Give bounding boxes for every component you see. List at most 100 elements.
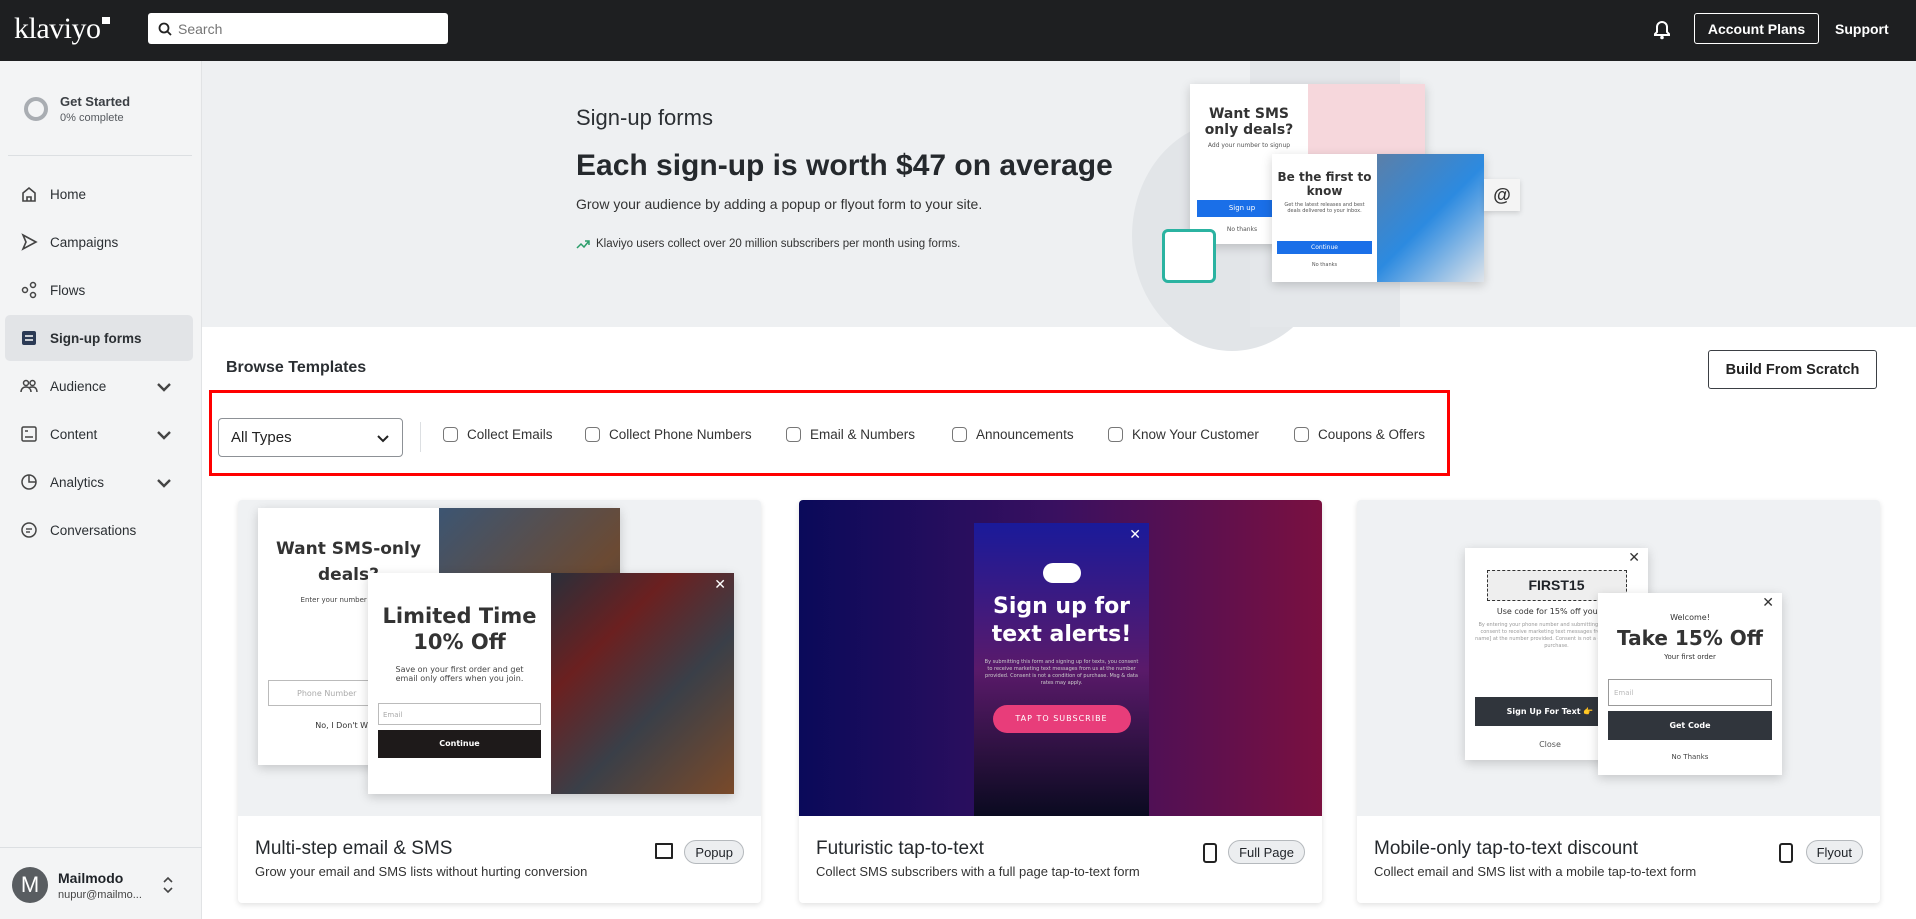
mobile-icon (1779, 843, 1793, 863)
account-plans-button[interactable]: Account Plans (1694, 13, 1819, 44)
filter-label: Know Your Customer (1132, 427, 1259, 442)
template-description: Collect email and SMS list with a mobile… (1374, 864, 1697, 879)
illustration-popup-email: Be the first to know Get the latest rele… (1272, 154, 1484, 282)
get-started-label: Get Started (60, 94, 131, 109)
template-card[interactable]: ✕ Sign up for text alerts! By submitting… (799, 500, 1322, 903)
sidebar-item-content[interactable]: Content (5, 411, 193, 457)
template-title: Futuristic tap-to-text (816, 838, 984, 859)
sidebar-item-conversations[interactable]: Conversations (5, 507, 193, 553)
envelope-icon: @ (1484, 179, 1520, 211)
get-started[interactable]: Get Started 0% complete (24, 94, 130, 124)
chevron-up-down-icon (163, 876, 173, 894)
close-icon: ✕ (1762, 595, 1774, 611)
sidebar-item-analytics[interactable]: Analytics (5, 459, 193, 505)
top-bar: klaviyo Account Plans Support (0, 0, 1916, 61)
flows-icon (21, 281, 37, 299)
template-type-badge: Popup (684, 840, 744, 864)
checkbox[interactable] (952, 427, 967, 442)
sidebar-item-audience[interactable]: Audience (5, 363, 193, 409)
sidebar-item-label: Audience (50, 378, 107, 394)
chart-icon (1162, 229, 1216, 283)
divider (420, 422, 421, 452)
chat-icon (21, 522, 37, 538)
browse-templates-heading: Browse Templates (226, 359, 367, 376)
template-card[interactable]: ✕ FIRST15 Use code for 15% off your firs… (1357, 500, 1880, 903)
filter-collect-phone-numbers[interactable]: Collect Phone Numbers (585, 427, 752, 442)
filter-email-numbers[interactable]: Email & Numbers (786, 427, 915, 442)
template-description: Collect SMS subscribers with a full page… (816, 864, 1140, 879)
chevron-down-icon (157, 479, 171, 488)
user-name: Mailmodo (58, 869, 124, 886)
type-select[interactable]: All Types (218, 418, 403, 457)
template-type-badge: Flyout (1805, 840, 1863, 864)
close-icon: ✕ (1628, 550, 1640, 566)
checkbox[interactable] (443, 427, 458, 442)
filter-know-your-customer[interactable]: Know Your Customer (1108, 427, 1259, 442)
trend-up-icon (576, 240, 590, 249)
template-preview: ✕ FIRST15 Use code for 15% off your firs… (1357, 500, 1880, 816)
send-icon (21, 233, 38, 251)
divider (0, 847, 202, 848)
template-type-badge: Full Page (1228, 840, 1305, 864)
filter-coupons-offers[interactable]: Coupons & Offers (1294, 427, 1425, 442)
user-menu[interactable]: M Mailmodo nupur@mailmo... (12, 867, 174, 903)
chevron-down-icon (157, 431, 171, 440)
filter-label: Announcements (976, 427, 1074, 442)
home-icon (22, 186, 36, 202)
close-icon: ✕ (1129, 527, 1141, 543)
template-title: Mobile-only tap-to-text discount (1374, 838, 1639, 859)
divider (8, 155, 192, 156)
page-title: Each sign-up is worth $47 on average (576, 149, 1113, 182)
mobile-icon (1203, 843, 1217, 863)
hero-stat-text: Klaviyo users collect over 20 million su… (596, 238, 961, 250)
sidebar-item-home[interactable]: Home (5, 171, 193, 217)
chevron-down-icon (157, 383, 171, 392)
build-from-scratch-button[interactable]: Build From Scratch (1708, 350, 1877, 389)
checkbox[interactable] (786, 427, 801, 442)
pie-chart-icon (21, 474, 37, 490)
filter-label: Collect Phone Numbers (609, 427, 752, 442)
form-icon (22, 331, 36, 345)
template-preview: Want SMS-only deals? Enter your number t… (238, 500, 761, 816)
template-description: Grow your email and SMS lists without hu… (255, 864, 588, 879)
sidebar: Get Started 0% complete Home Campaigns Fl… (0, 61, 202, 919)
preview-popup-front: ✕ Welcome! Take 15% Off Your first order… (1598, 593, 1782, 775)
template-card[interactable]: Want SMS-only deals? Enter your number t… (238, 500, 761, 903)
sidebar-item-label: Sign-up forms (50, 330, 142, 346)
sidebar-item-signup-forms[interactable]: Sign-up forms (5, 315, 193, 361)
checkbox[interactable] (1108, 427, 1123, 442)
type-select-value: All Types (231, 429, 292, 446)
klaviyo-logo[interactable]: klaviyo (14, 12, 109, 46)
bell-icon[interactable] (1653, 20, 1671, 40)
sidebar-item-label: Conversations (50, 522, 137, 538)
filter-collect-emails[interactable]: Collect Emails (443, 427, 553, 442)
hero-description: Grow your audience by adding a popup or … (576, 196, 983, 212)
sidebar-item-flows[interactable]: Flows (5, 267, 193, 313)
chat-bubble-icon (1042, 563, 1081, 583)
template-title: Multi-step email & SMS (255, 838, 453, 859)
support-link[interactable]: Support (1835, 21, 1889, 37)
close-icon: ✕ (714, 577, 726, 593)
search-icon (158, 22, 172, 36)
content-icon (21, 426, 37, 442)
filter-label: Coupons & Offers (1318, 427, 1426, 442)
user-email: nupur@mailmo... (58, 888, 142, 901)
sidebar-item-label: Campaigns (50, 234, 119, 250)
filter-label: Email & Numbers (810, 427, 916, 442)
search-input[interactable] (178, 20, 428, 37)
desktop-mobile-icon (655, 843, 673, 859)
filter-label: Collect Emails (467, 427, 553, 442)
preview-popup-front: ✕ Limited Time 10% Off Save on your firs… (368, 573, 734, 794)
sidebar-item-label: Home (50, 186, 87, 202)
filter-announcements[interactable]: Announcements (952, 427, 1074, 442)
search-box[interactable] (148, 13, 448, 44)
progress-ring-icon (24, 97, 48, 121)
sidebar-item-label: Flows (50, 282, 86, 298)
hero-banner: Sign-up forms Each sign-up is worth $47 … (202, 61, 1916, 351)
hero-stat: Klaviyo users collect over 20 million su… (576, 238, 960, 250)
avatar: M (12, 867, 48, 903)
page-subtitle: Sign-up forms (576, 105, 713, 130)
checkbox[interactable] (585, 427, 600, 442)
sidebar-item-campaigns[interactable]: Campaigns (5, 219, 193, 265)
checkbox[interactable] (1294, 427, 1309, 442)
